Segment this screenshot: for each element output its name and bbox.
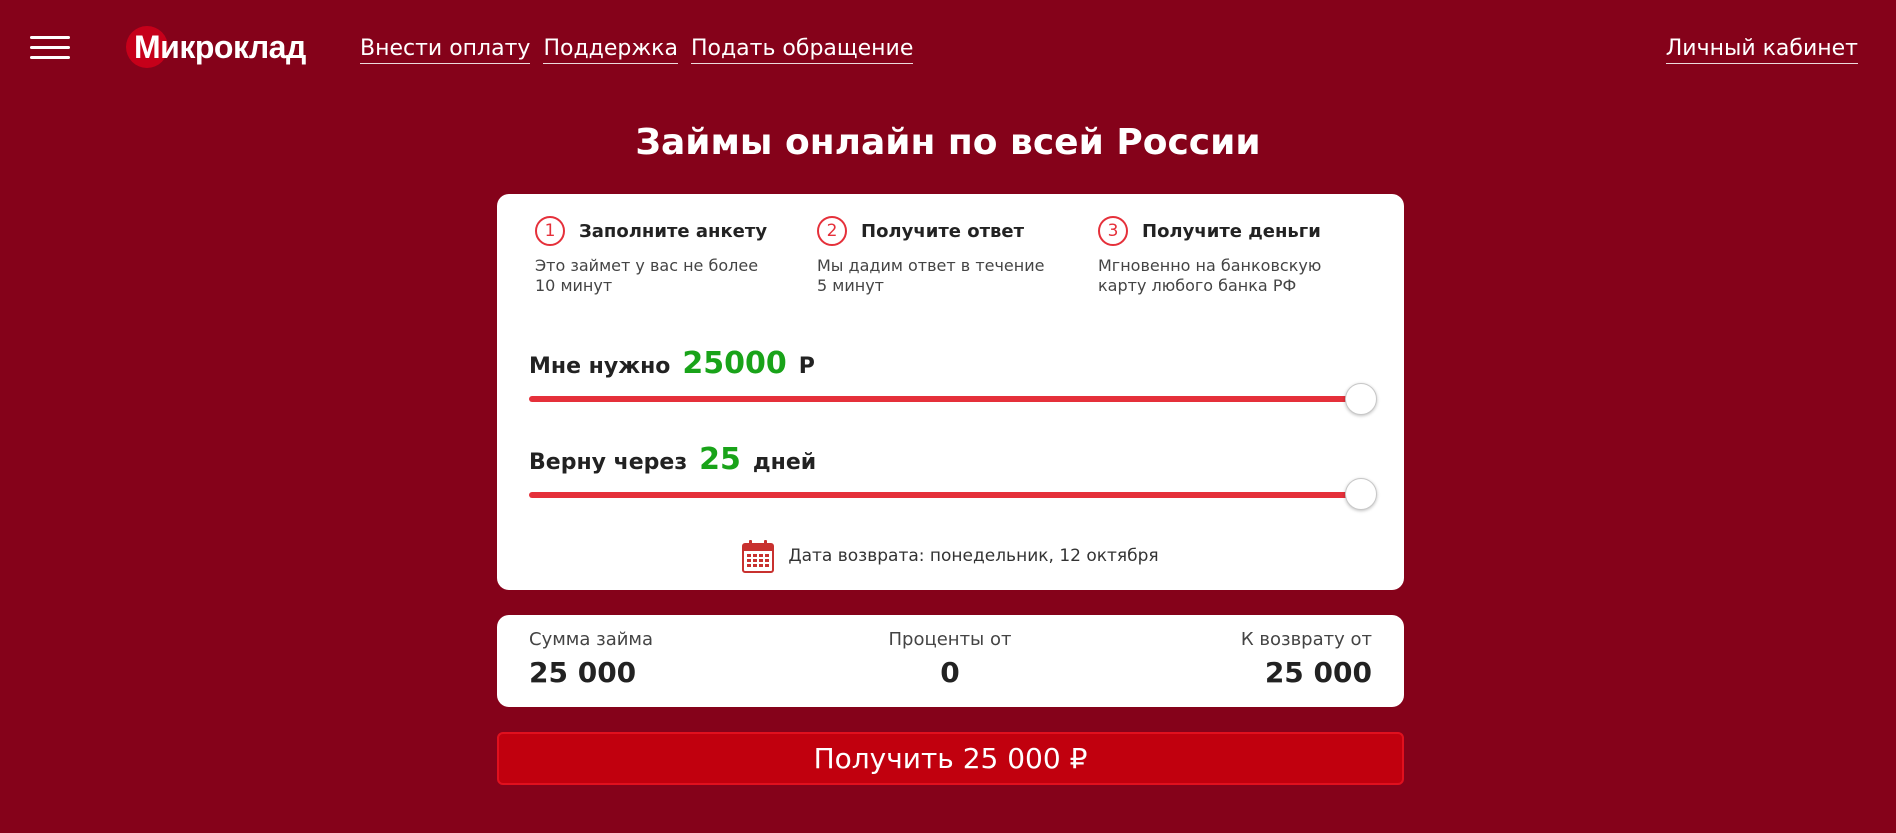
nav-link-appeal[interactable]: Подать обращение <box>690 36 914 64</box>
logo[interactable]: Микроклад <box>126 24 306 70</box>
amount-slider-handle[interactable] <box>1345 383 1377 415</box>
loan-calculator-card: 1 Заполните анкету Это займет у вас не б… <box>497 194 1404 590</box>
logo-text: Микроклад <box>134 28 306 65</box>
step-title: Получите деньги <box>1142 220 1321 242</box>
personal-account-link[interactable]: Личный кабинет <box>1665 36 1858 64</box>
page-title: Займы онлайн по всей России <box>635 122 1261 163</box>
page: Микроклад Внести оплату Поддержка Подать… <box>0 0 1896 833</box>
summary-loan-label: Сумма займа <box>529 629 654 650</box>
nav-link-support[interactable]: Поддержка <box>543 36 678 64</box>
summary-interest-label: Проценты от <box>888 629 1012 650</box>
term-slider-block: Верну через 25 дней <box>529 442 1384 510</box>
step-3: 3 Получите деньги Мгновенно на банковску… <box>1098 216 1358 296</box>
step-number-icon: 1 <box>535 216 565 246</box>
term-unit: дней <box>752 450 817 475</box>
top-nav: Внести оплату Поддержка Подать обращение <box>360 36 914 64</box>
summary-total-value: 25 000 <box>1264 656 1372 689</box>
term-label: Верну через <box>529 450 688 475</box>
header: Микроклад Внести оплату Поддержка Подать… <box>0 0 1896 100</box>
term-slider-track[interactable] <box>529 492 1372 498</box>
summary-total: К возврату от 25 000 <box>1241 629 1372 689</box>
step-description: Мы дадим ответ в течение 5 минут <box>817 256 1045 295</box>
amount-slider-track[interactable] <box>529 396 1372 402</box>
amount-value[interactable]: 25000 <box>682 346 786 381</box>
step-title: Получите ответ <box>861 220 1025 242</box>
summary-loan: Сумма займа 25 000 <box>529 629 653 689</box>
menu-icon[interactable] <box>30 36 70 60</box>
step-title: Заполните анкету <box>579 220 768 242</box>
step-description: Это займет у вас не более 10 минут <box>535 256 759 295</box>
nav-link-payment[interactable]: Внести оплату <box>360 36 531 64</box>
summary-interest-value: 0 <box>940 656 960 689</box>
step-1: 1 Заполните анкету Это займет у вас не б… <box>535 216 795 296</box>
step-number-icon: 3 <box>1098 216 1128 246</box>
term-slider-handle[interactable] <box>1345 478 1377 510</box>
step-description: Мгновенно на банковскую карту любого бан… <box>1098 256 1322 295</box>
step-number-icon: 2 <box>817 216 847 246</box>
amount-label: Мне нужно <box>529 354 671 379</box>
amount-unit: Р <box>798 354 815 379</box>
loan-summary-card: Сумма займа 25 000 Проценты от 0 К возвр… <box>497 615 1404 707</box>
term-value[interactable]: 25 <box>699 442 741 477</box>
return-date-text: Дата возврата: понедельник, 12 октября <box>788 546 1159 566</box>
steps: 1 Заполните анкету Это займет у вас не б… <box>535 216 1375 306</box>
amount-slider-block: Мне нужно 25000 Р <box>529 346 1384 415</box>
calendar-icon <box>742 540 775 573</box>
get-loan-button[interactable]: Получить 25 000 ₽ <box>497 732 1404 785</box>
return-date-row: Дата возврата: понедельник, 12 октября <box>497 539 1404 573</box>
summary-loan-value: 25 000 <box>529 656 637 689</box>
step-2: 2 Получите ответ Мы дадим ответ в течени… <box>817 216 1077 296</box>
summary-total-label: К возврату от <box>1240 629 1372 650</box>
summary-interest: Проценты от 0 <box>850 629 1050 689</box>
